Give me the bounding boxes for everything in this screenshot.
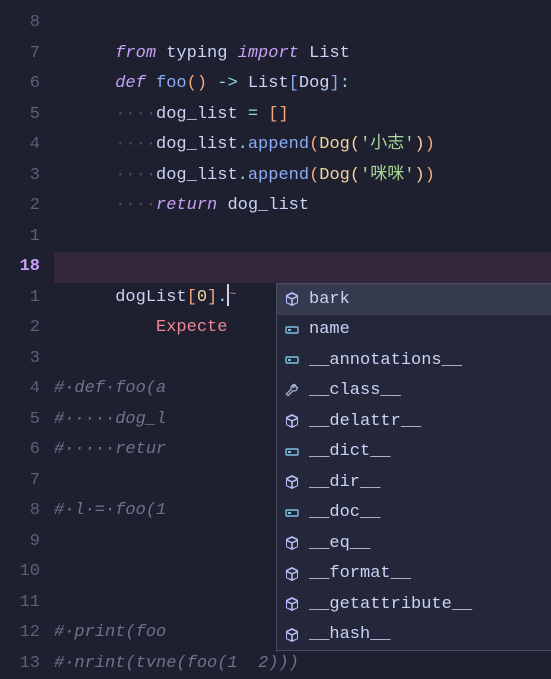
- line-number: 4: [0, 374, 40, 405]
- current-line[interactable]: dogList[0].~: [54, 252, 551, 283]
- autocomplete-label: __dict__: [309, 442, 391, 461]
- code-line[interactable]: dogList = foo(): [54, 222, 551, 253]
- comment: #·print(foo: [54, 623, 166, 642]
- cube-icon: [283, 565, 301, 583]
- line-number: 6: [0, 69, 40, 100]
- autocomplete-item[interactable]: bark: [277, 284, 551, 315]
- field-icon: [283, 321, 301, 339]
- line-number: 8: [0, 496, 40, 527]
- autocomplete-label: __hash__: [309, 625, 391, 644]
- code-line[interactable]: #·nrint(tvne(foo(1 2))): [54, 649, 551, 679]
- autocomplete-label: __annotations__: [309, 351, 462, 370]
- line-number: 3: [0, 344, 40, 375]
- line-number: 18: [0, 252, 40, 283]
- autocomplete-popup[interactable]: bark name __annotations__ __class__ __delatt…: [276, 283, 551, 651]
- cube-icon: [283, 534, 301, 552]
- autocomplete-label: __getattribute__: [309, 595, 472, 614]
- line-number: 4: [0, 130, 40, 161]
- autocomplete-item[interactable]: __delattr__: [277, 406, 551, 437]
- code-line[interactable]: [54, 191, 551, 222]
- cube-icon: [283, 595, 301, 613]
- line-number: 9: [0, 527, 40, 558]
- line-number: 5: [0, 100, 40, 131]
- comment: #·····dog_l: [54, 410, 166, 429]
- autocomplete-item[interactable]: __getattribute__: [277, 589, 551, 620]
- autocomplete-label: __delattr__: [309, 412, 421, 431]
- autocomplete-item[interactable]: name: [277, 315, 551, 346]
- code-area[interactable]: from typing import List def foo() -> Lis…: [54, 0, 551, 658]
- line-number: 13: [0, 649, 40, 679]
- autocomplete-item[interactable]: __class__: [277, 376, 551, 407]
- field-icon: [283, 351, 301, 369]
- autocomplete-item[interactable]: __eq__: [277, 528, 551, 559]
- line-number: 7: [0, 39, 40, 70]
- line-number: 2: [0, 191, 40, 222]
- line-number: 3: [0, 161, 40, 192]
- cube-icon: [283, 412, 301, 430]
- autocomplete-label: __class__: [309, 381, 401, 400]
- comment: #·def·foo(a: [54, 379, 166, 398]
- autocomplete-label: bark: [309, 290, 350, 309]
- autocomplete-label: __format__: [309, 564, 411, 583]
- code-line[interactable]: ····dog_list.append(Dog('咪咪')): [54, 130, 551, 161]
- line-number: 10: [0, 557, 40, 588]
- code-line[interactable]: def foo() -> List[Dog]:: [54, 39, 551, 70]
- autocomplete-item[interactable]: __hash__: [277, 620, 551, 651]
- cube-icon: [283, 473, 301, 491]
- autocomplete-item[interactable]: __doc__: [277, 498, 551, 529]
- code-line[interactable]: from typing import List: [54, 8, 551, 39]
- line-number: 1: [0, 283, 40, 314]
- autocomplete-label: __dir__: [309, 473, 380, 492]
- line-number: 6: [0, 435, 40, 466]
- autocomplete-item[interactable]: __dir__: [277, 467, 551, 498]
- line-number: 12: [0, 618, 40, 649]
- field-icon: [283, 504, 301, 522]
- field-icon: [283, 443, 301, 461]
- cube-icon: [283, 290, 301, 308]
- comment: #·····retur: [54, 440, 166, 459]
- autocomplete-label: name: [309, 320, 350, 339]
- code-line[interactable]: ····return dog_list: [54, 161, 551, 192]
- autocomplete-label: __eq__: [309, 534, 370, 553]
- wrench-icon: [283, 382, 301, 400]
- line-number: 7: [0, 466, 40, 497]
- code-line[interactable]: ····dog_list = []: [54, 69, 551, 100]
- comment: #·nrint(tvne(foo(1 2))): [54, 654, 299, 673]
- line-gutter: 876543211812345678910111213: [0, 0, 54, 658]
- line-number: 5: [0, 405, 40, 436]
- comment: #·l·=·foo(1: [54, 501, 166, 520]
- autocomplete-item[interactable]: __format__: [277, 559, 551, 590]
- autocomplete-label: __doc__: [309, 503, 380, 522]
- line-number: 2: [0, 313, 40, 344]
- code-editor: 876543211812345678910111213 from typing …: [0, 0, 551, 658]
- autocomplete-item[interactable]: __dict__: [277, 437, 551, 468]
- autocomplete-item[interactable]: __annotations__: [277, 345, 551, 376]
- cube-icon: [283, 626, 301, 644]
- code-line[interactable]: ····dog_list.append(Dog('小志')): [54, 100, 551, 131]
- line-number: 8: [0, 8, 40, 39]
- line-number: 11: [0, 588, 40, 619]
- line-number: 1: [0, 222, 40, 253]
